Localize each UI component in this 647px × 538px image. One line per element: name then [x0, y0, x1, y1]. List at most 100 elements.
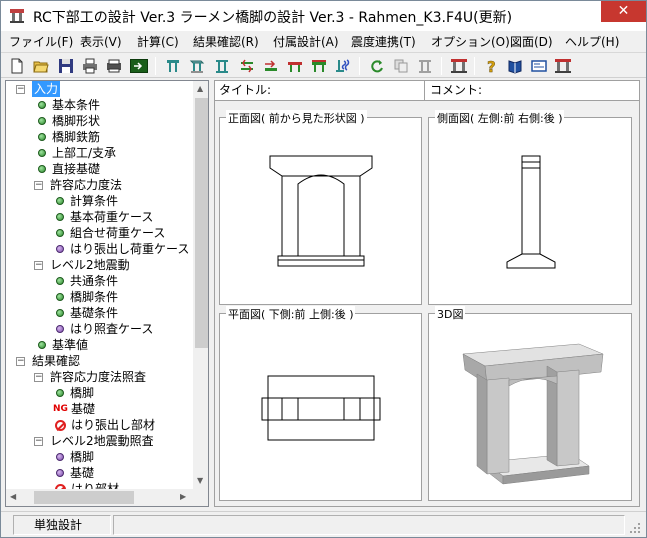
menu-bar: ファイル(F) 表示(V) 計算(C) 結果確認(R) 付属設計(A) 震度連携… [1, 31, 646, 51]
report-icon[interactable] [449, 56, 469, 76]
tree-expander-icon[interactable]: − [34, 437, 43, 446]
tree-item[interactable]: 組合せ荷重ケース [6, 225, 193, 241]
pier-frame-icon[interactable] [163, 56, 183, 76]
status-ok-icon [56, 229, 64, 237]
window-title: RC下部工の設計 Ver.3 ラーメン橋脚の設計 Ver.3 - Rahmen_… [33, 10, 513, 26]
tree-vertical-thumb[interactable] [195, 98, 208, 348]
tree-expander-icon[interactable]: − [34, 261, 43, 270]
refresh-icon[interactable] [367, 56, 387, 76]
rebar-icon[interactable] [237, 56, 257, 76]
scroll-corner [193, 489, 208, 506]
tree-item[interactable]: 上部工/支承 [6, 145, 193, 161]
scroll-up-icon[interactable]: ▲ [197, 84, 203, 93]
menu-attach[interactable]: 付属設計(A) [273, 33, 339, 50]
tree-item-label: 橋脚条件 [70, 290, 119, 304]
tree-expander-icon[interactable]: − [16, 85, 25, 94]
tree-item[interactable]: − 許容応力度法照査 [6, 369, 193, 385]
tree-item[interactable]: − レベル2地震動 [6, 257, 193, 273]
menu-option[interactable]: オプション(O) [431, 33, 510, 50]
tree-item[interactable]: 基礎 [6, 465, 193, 481]
tree-item[interactable]: − 許容応力度法 [6, 177, 193, 193]
tree-item-label: レベル2地震動 [50, 258, 130, 272]
tree-item[interactable]: 共通条件 [6, 273, 193, 289]
comment-field[interactable]: コメント: [426, 81, 639, 101]
close-button[interactable]: ✕ [601, 1, 646, 22]
tree-item[interactable]: NG 基礎 [6, 401, 193, 417]
status-ok-icon [56, 197, 64, 205]
tree-item[interactable]: 橋脚形状 [6, 113, 193, 129]
tree-item-label: 組合せ荷重ケース [70, 226, 166, 240]
tree-item-label: 許容応力度法照査 [50, 370, 147, 384]
print-icon[interactable] [80, 56, 100, 76]
menu-drawing[interactable]: 図面(D) [510, 33, 553, 50]
scroll-down-icon[interactable]: ▼ [197, 476, 203, 485]
menu-seismic[interactable]: 震度連携(T) [351, 33, 416, 50]
print-preview-icon[interactable] [104, 56, 124, 76]
app-link-icon[interactable] [553, 56, 573, 76]
tree-item[interactable]: 橋脚条件 [6, 289, 193, 305]
tree-item-label: 橋脚鉄筋 [52, 130, 101, 144]
tree-item[interactable]: はり照査ケース [6, 321, 193, 337]
tree-item[interactable]: はり張出し部材 [6, 417, 193, 433]
open-folder-icon[interactable] [31, 56, 51, 76]
tree-item[interactable]: 橋脚 [6, 385, 193, 401]
status-pending-icon [56, 245, 64, 253]
tree-item[interactable]: 基本荷重ケース [6, 209, 193, 225]
menu-view[interactable]: 表示(V) [80, 33, 122, 50]
menu-result[interactable]: 結果確認(R) [193, 33, 259, 50]
tree-item-label: 橋脚 [70, 386, 95, 400]
tree-item[interactable]: − 結果確認 [6, 353, 193, 369]
scroll-left-icon[interactable]: ◀ [10, 492, 16, 501]
help-icon[interactable]: ? [481, 56, 501, 76]
title-field[interactable]: タイトル: [215, 81, 425, 101]
seismic-icon[interactable] [333, 56, 353, 76]
book-icon[interactable] [505, 56, 525, 76]
menu-file[interactable]: ファイル(F) [9, 33, 73, 50]
menu-help[interactable]: ヘルプ(H) [565, 33, 619, 50]
foundation-icon[interactable] [415, 56, 435, 76]
menu-calc[interactable]: 計算(C) [137, 33, 179, 50]
load-icon[interactable] [261, 56, 281, 76]
tree-item-label: 基礎 [70, 466, 95, 480]
tree-item[interactable]: − 入力 [6, 81, 193, 97]
tree-expander-icon[interactable]: − [34, 373, 43, 382]
tree-item[interactable]: − レベル2地震動照査 [6, 433, 193, 449]
status-message [113, 515, 625, 535]
resize-grip-icon[interactable] [629, 522, 641, 534]
tree-item[interactable]: 直接基礎 [6, 161, 193, 177]
app-window: RC下部工の設計 Ver.3 ラーメン橋脚の設計 Ver.3 - Rahmen_… [0, 0, 647, 538]
beam-icon[interactable] [285, 56, 305, 76]
tree-item[interactable]: 橋脚鉄筋 [6, 129, 193, 145]
tree-expander-icon[interactable]: − [34, 181, 43, 190]
status-pending-icon [56, 453, 64, 461]
tree-item-label: はり張出し荷重ケース [70, 242, 190, 256]
tree-item[interactable]: 基準値 [6, 337, 193, 353]
tree-item-label: 橋脚形状 [52, 114, 101, 128]
tree-item-label: レベル2地震動照査 [50, 434, 154, 448]
pier-3d-icon[interactable] [187, 56, 207, 76]
tree-horizontal-thumb[interactable] [34, 491, 134, 504]
new-file-icon[interactable] [7, 56, 27, 76]
plan-view-drawing [261, 375, 381, 441]
copy-icon[interactable] [391, 56, 411, 76]
title-bar[interactable]: RC下部工の設計 Ver.3 ラーメン橋脚の設計 Ver.3 - Rahmen_… [1, 1, 646, 31]
tree-item[interactable]: はり張出し荷重ケース [6, 241, 193, 257]
tree-item[interactable]: 橋脚 [6, 449, 193, 465]
save-icon[interactable] [56, 56, 76, 76]
tree-item[interactable]: 計算条件 [6, 193, 193, 209]
tree-item-label: 共通条件 [70, 274, 119, 288]
beam-2-icon[interactable] [309, 56, 329, 76]
tree-item[interactable]: 基本条件 [6, 97, 193, 113]
status-ok-icon [56, 309, 64, 317]
status-ok-icon [56, 389, 64, 397]
tree-item[interactable]: 基礎条件 [6, 305, 193, 321]
drawing-icon[interactable] [529, 56, 549, 76]
tree-horizontal-scrollbar[interactable]: ◀ ▶ [6, 489, 193, 506]
tree-expander-icon[interactable]: − [16, 357, 25, 366]
pier-column-icon[interactable] [212, 56, 232, 76]
export-icon[interactable] [129, 56, 149, 76]
scroll-right-icon[interactable]: ▶ [180, 492, 186, 501]
tree-vertical-scrollbar[interactable]: ▲ ▼ [193, 81, 208, 489]
tree-item-label: 上部工/支承 [52, 146, 117, 160]
input-tree[interactable]: − 入力 基本条件 橋脚形状橋脚鉄筋上部工/支承 直接基礎 − 許容応力度法 計算条件 基本荷重… [5, 80, 209, 507]
